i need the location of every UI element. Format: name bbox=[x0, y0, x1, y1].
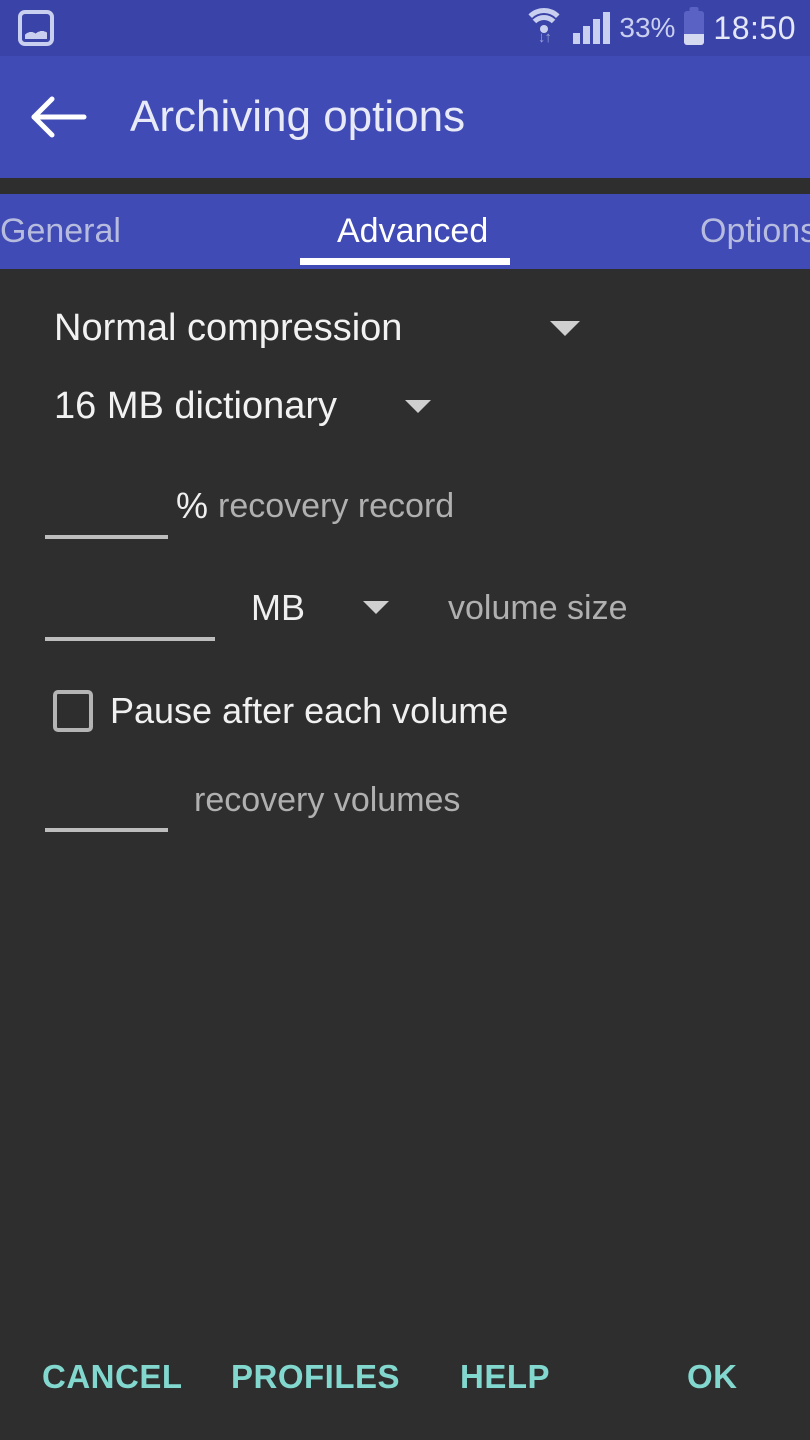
compression-value: Normal compression bbox=[54, 307, 403, 349]
recovery-record-label: recovery record bbox=[218, 487, 455, 525]
status-bar: ↓↑ 33% 18:50 bbox=[0, 0, 810, 56]
cancel-button[interactable]: CANCEL bbox=[42, 1358, 183, 1396]
wifi-icon: ↓↑ bbox=[522, 8, 567, 48]
dictionary-dropdown[interactable]: 16 MB dictionary bbox=[54, 385, 432, 428]
signal-bars-icon bbox=[573, 12, 611, 44]
recovery-volumes-input[interactable] bbox=[45, 782, 168, 832]
chevron-down-icon bbox=[405, 400, 432, 413]
recovery-record-input[interactable] bbox=[45, 489, 168, 539]
tab-options[interactable]: Options bbox=[700, 194, 810, 269]
tab-general[interactable]: General bbox=[0, 194, 121, 269]
tab-bar: General Advanced Options bbox=[0, 194, 810, 269]
signal-bar-4 bbox=[603, 12, 611, 44]
recovery-volumes-label: recovery volumes bbox=[194, 781, 461, 819]
wifi-transfer-icon: ↓↑ bbox=[537, 29, 552, 46]
page-title: Archiving options bbox=[130, 92, 466, 141]
volume-size-label: volume size bbox=[448, 589, 628, 627]
recovery-record-unit: % bbox=[176, 485, 209, 526]
battery-percent-label: 33% bbox=[619, 12, 676, 43]
volume-size-unit: MB bbox=[251, 587, 305, 628]
pause-after-each-volume-label: Pause after each volume bbox=[110, 690, 509, 731]
pause-after-each-volume-checkbox[interactable] bbox=[53, 690, 93, 732]
advanced-options-panel: Normal compression 16 MB dictionary % re… bbox=[0, 269, 810, 1340]
battery-fill bbox=[684, 33, 705, 45]
image-icon bbox=[18, 10, 54, 46]
chevron-down-icon bbox=[550, 321, 581, 336]
back-arrow-icon[interactable] bbox=[30, 87, 106, 147]
status-bar-right: ↓↑ 33% 18:50 bbox=[522, 8, 796, 48]
app-bar: Archiving options bbox=[0, 56, 810, 178]
dialog-button-bar: CANCEL PROFILES HELP OK bbox=[0, 1340, 810, 1440]
status-bar-clock: 18:50 bbox=[713, 9, 796, 46]
app-screen: ↓↑ 33% 18:50 Archiving options General A… bbox=[0, 0, 810, 1440]
chevron-down-icon[interactable] bbox=[363, 601, 389, 614]
battery-icon bbox=[684, 11, 705, 45]
signal-bar-2 bbox=[583, 26, 591, 44]
profiles-button[interactable]: PROFILES bbox=[231, 1358, 400, 1396]
ok-button[interactable]: OK bbox=[687, 1358, 738, 1396]
signal-bar-3 bbox=[593, 19, 601, 44]
volume-size-input[interactable] bbox=[45, 591, 215, 641]
compression-dropdown[interactable]: Normal compression bbox=[54, 307, 581, 350]
help-button[interactable]: HELP bbox=[460, 1358, 550, 1396]
dictionary-value: 16 MB dictionary bbox=[54, 385, 338, 427]
signal-bar-1 bbox=[573, 33, 581, 44]
tab-active-indicator bbox=[300, 258, 510, 265]
status-bar-left bbox=[18, 10, 54, 46]
divider-strip bbox=[0, 178, 810, 194]
